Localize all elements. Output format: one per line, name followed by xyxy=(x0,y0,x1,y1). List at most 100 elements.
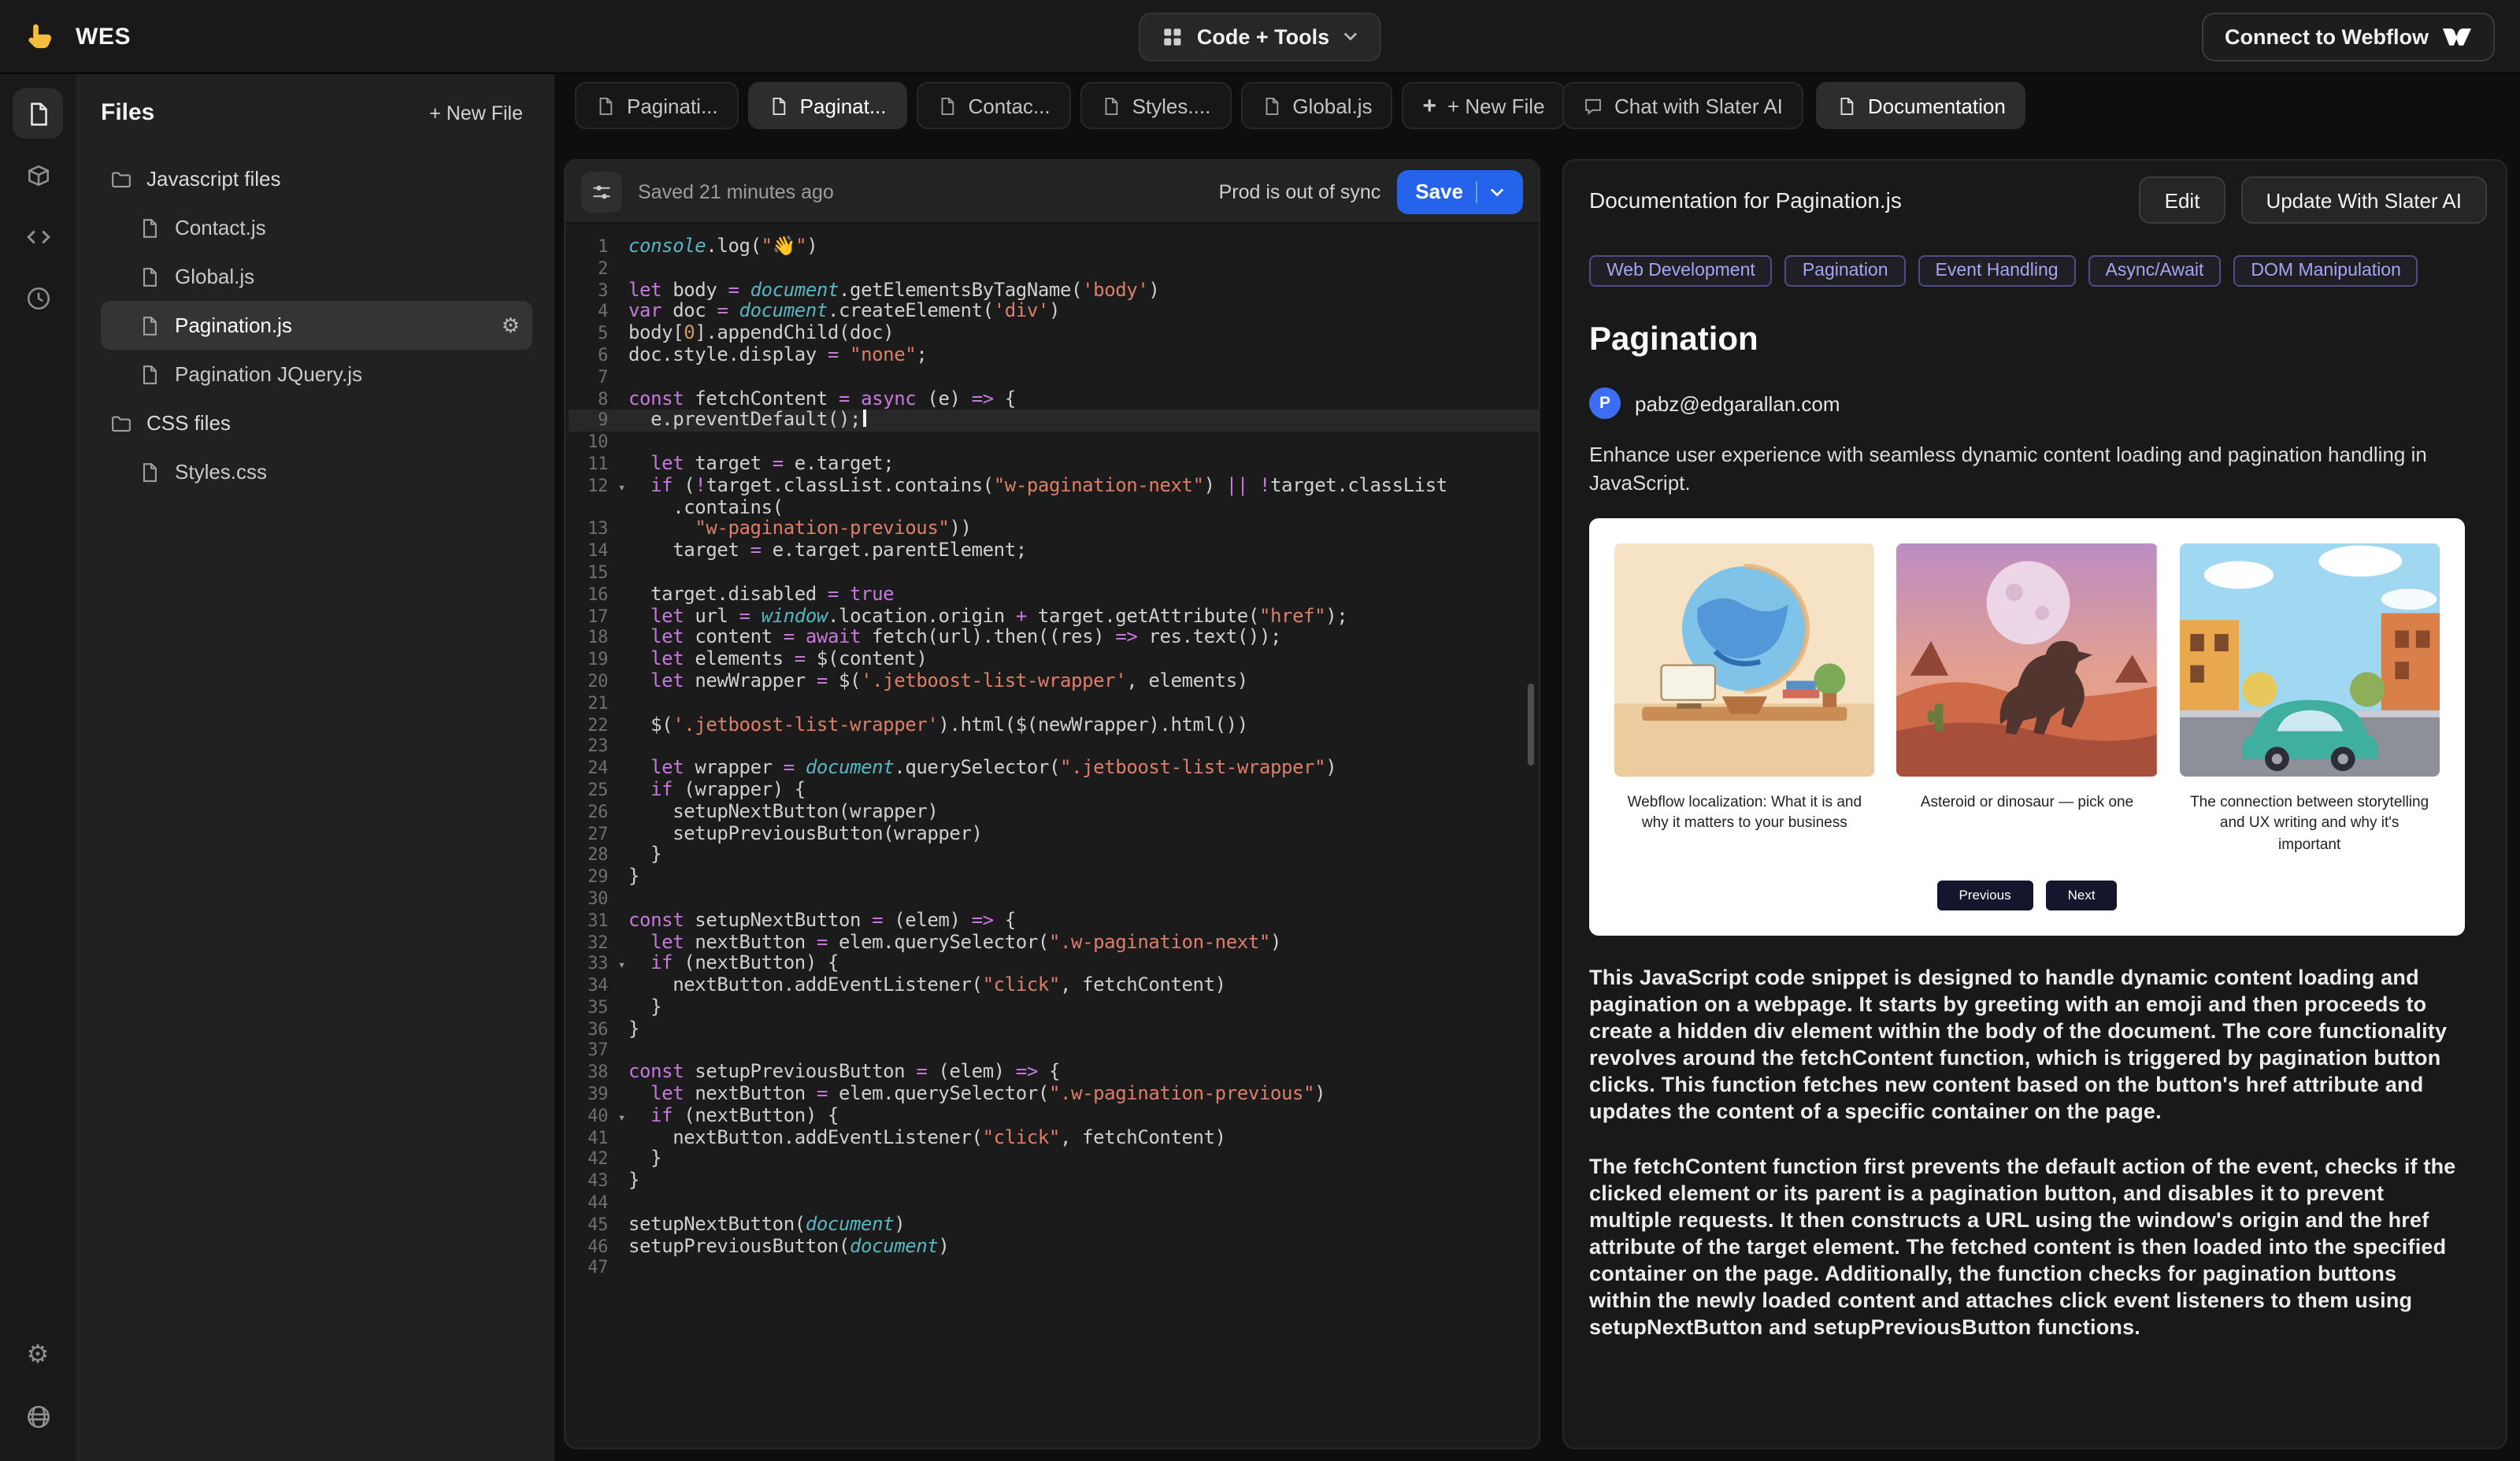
tab-contac[interactable]: Contac... xyxy=(917,82,1071,129)
tab-documentation[interactable]: Documentation xyxy=(1816,82,2026,129)
code-line-4[interactable]: 4var doc = document.createElement('div') xyxy=(569,302,1539,324)
code-line-8[interactable]: 8const fetchContent = async (e) => { xyxy=(569,388,1539,410)
code-text: } xyxy=(628,997,662,1019)
code-line-46[interactable]: 46setupPreviousButton(document) xyxy=(569,1236,1539,1258)
code-line-27[interactable]: 27 setupPreviousButton(wrapper) xyxy=(569,823,1539,845)
code-line-20[interactable]: 20 let newWrapper = $('.jetboost-list-wr… xyxy=(569,671,1539,693)
code-line-12[interactable]: 12▾ if (!target.classList.contains("w-pa… xyxy=(569,476,1539,498)
line-number: 22 xyxy=(569,714,628,736)
code-line-3[interactable]: 3let body = document.getElementsByTagNam… xyxy=(569,280,1539,302)
code-line-17[interactable]: 17 let url = window.location.origin + ta… xyxy=(569,606,1539,628)
line-number xyxy=(569,497,628,519)
fold-icon[interactable]: ▾ xyxy=(618,477,625,499)
code-line-38[interactable]: 38const setupPreviousButton = (elem) => … xyxy=(569,1062,1539,1085)
previous-button[interactable]: Previous xyxy=(1936,881,2033,910)
code-line-5[interactable]: 5body[0].appendChild(doc) xyxy=(569,323,1539,345)
code-line-44[interactable]: 44 xyxy=(569,1192,1539,1214)
code-line-16[interactable]: 16 target.disabled = true xyxy=(569,584,1539,606)
globe-icon[interactable] xyxy=(13,1392,63,1442)
tab-paginati[interactable]: Paginati... xyxy=(575,82,739,129)
code-line-2[interactable]: 2 xyxy=(569,258,1539,280)
file-contact-js[interactable]: Contact.js xyxy=(101,203,532,252)
file-pagination-jquery-js[interactable]: Pagination JQuery.js xyxy=(101,350,532,399)
code-line-7[interactable]: 7 xyxy=(569,367,1539,389)
update-with-slater-ai-button[interactable]: Update With Slater AI xyxy=(2240,176,2487,224)
code-line-30[interactable]: 30 xyxy=(569,888,1539,910)
code-line-wrap[interactable]: .contains( xyxy=(569,497,1539,519)
history-rail-button[interactable] xyxy=(13,273,63,323)
tab-paginat[interactable]: Paginat... xyxy=(748,82,907,129)
code-line-18[interactable]: 18 let content = await fetch(url).then((… xyxy=(569,628,1539,650)
tab-global-js[interactable]: Global.js xyxy=(1240,82,1392,129)
code-line-47[interactable]: 47 xyxy=(569,1258,1539,1280)
files-rail-button[interactable] xyxy=(13,88,63,139)
code-line-25[interactable]: 25 if (wrapper) { xyxy=(569,780,1539,802)
fold-icon[interactable]: ▾ xyxy=(618,955,625,977)
code-line-14[interactable]: 14 target = e.target.parentElement; xyxy=(569,540,1539,562)
code-line-39[interactable]: 39 let nextButton = elem.querySelector("… xyxy=(569,1084,1539,1106)
code-line-28[interactable]: 28 } xyxy=(569,845,1539,867)
code-line-24[interactable]: 24 let wrapper = document.querySelector(… xyxy=(569,758,1539,780)
tag-web-development[interactable]: Web Development xyxy=(1589,255,1773,287)
files-title: Files xyxy=(101,99,154,126)
code-line-36[interactable]: 36} xyxy=(569,1018,1539,1040)
tag-async-await[interactable]: Async/Await xyxy=(2088,255,2222,287)
file-global-js[interactable]: Global.js xyxy=(101,252,532,301)
code-line-6[interactable]: 6doc.style.display = "none"; xyxy=(569,345,1539,367)
connect-webflow-button[interactable]: Connect to Webflow xyxy=(2201,12,2495,61)
code-line-37[interactable]: 37 xyxy=(569,1040,1539,1062)
editor-settings-sliders-icon[interactable] xyxy=(581,171,622,212)
code-line-10[interactable]: 10 xyxy=(569,432,1539,454)
tab-styles[interactable]: Styles.... xyxy=(1080,82,1232,129)
code-line-41[interactable]: 41 nextButton.addEventListener("click", … xyxy=(569,1127,1539,1149)
code-rail-button[interactable] xyxy=(13,211,63,261)
tag-event-handling[interactable]: Event Handling xyxy=(1918,255,2076,287)
code-line-33[interactable]: 33▾ if (nextButton) { xyxy=(569,954,1539,976)
code-text: e.preventDefault(); xyxy=(628,410,865,432)
save-chevron-down-icon[interactable] xyxy=(1490,187,1504,196)
code-line-21[interactable]: 21 xyxy=(569,692,1539,714)
next-button[interactable]: Next xyxy=(2046,881,2118,910)
code-line-15[interactable]: 15 xyxy=(569,562,1539,584)
packages-rail-button[interactable] xyxy=(13,150,63,200)
code-line-35[interactable]: 35 } xyxy=(569,997,1539,1019)
code-line-19[interactable]: 19 let elements = $(content) xyxy=(569,649,1539,671)
code-tools-button[interactable]: Code + Tools xyxy=(1139,12,1381,61)
card-item-2[interactable]: Asteroid or dinosaur — pick one xyxy=(1897,543,2158,855)
file-settings-gear-icon[interactable]: ⚙ xyxy=(502,315,520,336)
tab-chat-with-slater-ai[interactable]: Chat with Slater AI xyxy=(1562,82,1803,129)
code-line-22[interactable]: 22 $('.jetboost-list-wrapper').html($(ne… xyxy=(569,714,1539,736)
code-line-23[interactable]: 23 xyxy=(569,736,1539,758)
tag-pagination[interactable]: Pagination xyxy=(1785,255,1906,287)
folder-javascript-files[interactable]: Javascript files xyxy=(101,154,532,203)
code-line-1[interactable]: 1console.log("👋") xyxy=(569,236,1539,258)
code-text: nextButton.addEventListener("click", fet… xyxy=(628,975,1226,997)
new-file-button[interactable]: + New File xyxy=(420,100,532,125)
editor-scrollbar-thumb[interactable] xyxy=(1528,684,1534,766)
code-line-29[interactable]: 29} xyxy=(569,866,1539,888)
code-area[interactable]: 1console.log("👋")23let body = document.g… xyxy=(565,224,1539,1447)
code-line-26[interactable]: 26 setupNextButton(wrapper) xyxy=(569,801,1539,823)
code-line-42[interactable]: 42 } xyxy=(569,1149,1539,1171)
tab-new-file[interactable]: ++ New File xyxy=(1402,82,1565,129)
card-item-3[interactable]: The connection between storytelling and … xyxy=(2179,543,2440,855)
fold-icon[interactable]: ▾ xyxy=(618,1107,625,1129)
code-line-11[interactable]: 11 let target = e.target; xyxy=(569,454,1539,476)
file-styles-css[interactable]: Styles.css xyxy=(101,447,532,496)
file-pagination-js[interactable]: Pagination.js⚙ xyxy=(101,301,532,350)
code-line-9[interactable]: 9 e.preventDefault(); xyxy=(569,410,1539,432)
edit-button[interactable]: Edit xyxy=(2140,176,2225,224)
code-line-45[interactable]: 45setupNextButton(document) xyxy=(569,1214,1539,1237)
code-line-34[interactable]: 34 nextButton.addEventListener("click", … xyxy=(569,975,1539,997)
code-line-43[interactable]: 43} xyxy=(569,1171,1539,1193)
save-button[interactable]: Save xyxy=(1396,169,1523,213)
code-line-31[interactable]: 31const setupNextButton = (elem) => { xyxy=(569,910,1539,932)
code-line-13[interactable]: 13 "w-pagination-previous")) xyxy=(569,519,1539,541)
card-item-1[interactable]: Webflow localization: What it is and why… xyxy=(1614,543,1875,855)
folder-css-files[interactable]: CSS files xyxy=(101,399,532,447)
code-line-32[interactable]: 32 let nextButton = elem.querySelector("… xyxy=(569,932,1539,954)
tag-dom-manipulation[interactable]: DOM Manipulation xyxy=(2233,255,2418,287)
code-line-40[interactable]: 40▾ if (nextButton) { xyxy=(569,1106,1539,1128)
file-icon xyxy=(139,363,161,385)
settings-gear-icon[interactable]: ⚙ xyxy=(13,1330,63,1381)
